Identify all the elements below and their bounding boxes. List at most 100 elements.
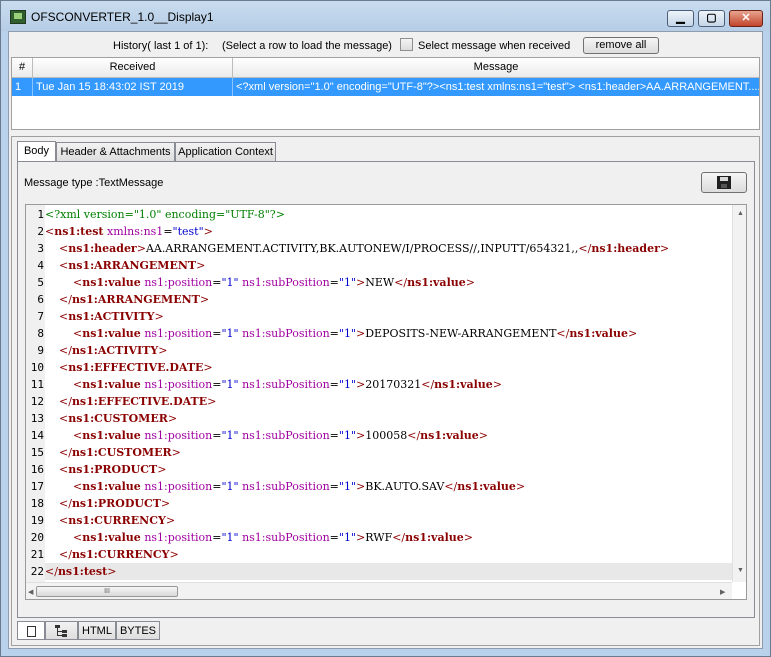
tag-bracket: < xyxy=(45,225,55,238)
attribute-name: ns1:position xyxy=(144,531,213,544)
code-line[interactable]: </ns1:ARRANGEMENT> xyxy=(45,291,733,308)
close-button[interactable]: ✕ xyxy=(729,10,763,27)
code-line[interactable]: <ns1:CURRENCY> xyxy=(45,512,733,529)
title-bar[interactable]: OFSCONVERTER_1.0__Display1 ▁ ▢ ✕ xyxy=(1,1,770,31)
tag-name: ns1:value xyxy=(82,327,141,340)
tag-bracket: > xyxy=(356,378,366,391)
maximize-icon: ▢ xyxy=(706,12,717,24)
code-line[interactable]: <ns1:test xmlns:ns1="test"> xyxy=(45,223,733,240)
tab-text-view[interactable] xyxy=(17,621,45,640)
tag-bracket: > xyxy=(356,327,366,340)
attribute-value: "1" xyxy=(338,480,357,493)
code-line[interactable]: <ns1:value ns1:position="1" ns1:subPosit… xyxy=(45,325,733,342)
code-line[interactable]: </ns1:CUSTOMER> xyxy=(45,444,733,461)
tag-name: ns1:CUSTOMER xyxy=(71,446,172,459)
column-header-received[interactable]: Received xyxy=(33,58,233,77)
tag-bracket: > xyxy=(199,293,210,306)
code-line[interactable]: <ns1:value ns1:position="1" ns1:subPosit… xyxy=(45,427,733,444)
attribute-name: ns1:subPosition xyxy=(242,327,330,340)
code-line[interactable]: </ns1:EFFECTIVE.DATE> xyxy=(45,393,733,410)
tag-name: ns1:EFFECTIVE.DATE xyxy=(68,361,204,374)
column-header-message[interactable]: Message xyxy=(233,58,759,77)
code-line[interactable]: <ns1:PRODUCT> xyxy=(45,461,733,478)
tag-bracket: </ xyxy=(444,480,458,493)
tag-bracket: > xyxy=(157,463,167,476)
code-line[interactable]: <ns1:value ns1:position="1" ns1:subPosit… xyxy=(45,376,733,393)
attribute-value: "1" xyxy=(221,327,239,340)
attribute-name: ns1:position xyxy=(144,378,213,391)
history-bar: History( last 1 of 1): (Select a row to … xyxy=(9,32,762,57)
app-window: OFSCONVERTER_1.0__Display1 ▁ ▢ ✕ History… xyxy=(0,0,771,657)
code-line[interactable]: </ns1:ACTIVITY> xyxy=(45,342,733,359)
minimize-button[interactable]: ▁ xyxy=(667,10,694,27)
attribute-name: ns1:position xyxy=(144,276,213,289)
select-when-received-checkbox[interactable] xyxy=(400,38,413,51)
attribute-value: "1" xyxy=(221,378,239,391)
code-area[interactable]: <?xml version="1.0" encoding="UTF-8"?> <n… xyxy=(45,205,733,582)
remove-all-button[interactable]: remove all xyxy=(583,37,659,54)
tag-bracket: > xyxy=(158,344,168,357)
line-number: 19 xyxy=(30,514,44,527)
line-number: 14 xyxy=(30,429,44,442)
line-number: 4 xyxy=(37,259,44,272)
code-line[interactable]: <ns1:header>AA.ARRANGEMENT.ACTIVITY,BK.A… xyxy=(45,240,733,257)
tab-html[interactable]: HTML xyxy=(78,621,116,640)
tab-header-attachments[interactable]: Header & Attachments xyxy=(56,142,175,161)
attribute-name: ns1:position xyxy=(144,480,213,493)
line-number: 11 xyxy=(30,378,44,391)
equals: = xyxy=(329,480,339,493)
tag-bracket: </ xyxy=(556,327,570,340)
tag-name: ns1:value xyxy=(420,429,479,442)
code-line[interactable]: <?xml version="1.0" encoding="UTF-8"?> xyxy=(45,206,733,223)
tab-application-context[interactable]: Application Context xyxy=(175,142,276,161)
table-row[interactable]: 1 Tue Jan 15 18:43:02 IST 2019 <?xml ver… xyxy=(12,78,759,96)
scroll-right-icon[interactable]: ▶ xyxy=(720,588,725,596)
code-line[interactable]: <ns1:value ns1:position="1" ns1:subPosit… xyxy=(45,529,733,546)
row-received[interactable]: Tue Jan 15 18:43:02 IST 2019 xyxy=(33,78,233,96)
tab-body[interactable]: Body xyxy=(17,141,56,162)
line-number: 20 xyxy=(30,531,44,544)
row-message[interactable]: <?xml version="1.0" encoding="UTF-8"?><n… xyxy=(233,78,759,96)
line-number: 8 xyxy=(37,327,44,340)
tag-bracket: </ xyxy=(59,395,72,408)
code-line[interactable]: <ns1:ARRANGEMENT> xyxy=(45,257,733,274)
scroll-down-icon[interactable]: ▼ xyxy=(737,567,744,574)
row-number[interactable]: 1 xyxy=(12,78,33,96)
tag-bracket: > xyxy=(136,242,146,255)
element-text: NEW xyxy=(365,276,395,289)
code-line[interactable]: <ns1:EFFECTIVE.DATE> xyxy=(45,359,733,376)
horizontal-scrollbar[interactable]: III ◀ ▶ xyxy=(26,582,732,599)
xml-editor[interactable]: 1 2 3 4 5 6 7 8 9 10 11 12 13 14 15 16 17 18 19 20 21 22 <?xm… xyxy=(25,204,747,600)
tab-tree-view[interactable] xyxy=(45,621,78,640)
scroll-left-icon[interactable]: ◀ xyxy=(28,588,33,596)
line-number: 22 xyxy=(30,565,44,578)
tag-bracket: </ xyxy=(392,531,406,544)
tag-bracket: > xyxy=(627,327,638,340)
code-line[interactable]: </ns1:test> xyxy=(45,563,733,580)
line-number: 13 xyxy=(30,412,44,425)
tag-name: ns1:value xyxy=(407,276,466,289)
tab-bytes[interactable]: BYTES xyxy=(116,621,160,640)
save-button[interactable] xyxy=(701,172,747,193)
history-label: History( last 1 of 1): xyxy=(113,40,209,52)
tag-name: ns1:value xyxy=(82,531,141,544)
code-line[interactable]: <ns1:value ns1:position="1" ns1:subPosit… xyxy=(45,478,733,495)
code-line[interactable]: <ns1:ACTIVITY> xyxy=(45,308,733,325)
line-number: 17 xyxy=(30,480,44,493)
scroll-up-icon[interactable]: ▲ xyxy=(737,210,744,217)
code-line[interactable]: <ns1:CUSTOMER> xyxy=(45,410,733,427)
tag-name: ns1:header xyxy=(591,242,660,255)
horizontal-scroll-thumb[interactable]: III xyxy=(36,586,178,597)
maximize-button[interactable]: ▢ xyxy=(698,10,725,27)
select-when-received-label[interactable]: Select message when received xyxy=(418,40,570,52)
tag-bracket: > xyxy=(165,514,176,527)
vertical-scrollbar[interactable]: ▲ ▼ xyxy=(732,205,746,582)
column-header-number[interactable]: # xyxy=(12,58,33,77)
code-line[interactable]: <ns1:value ns1:position="1" ns1:subPosit… xyxy=(45,274,733,291)
attribute-value: "1" xyxy=(221,480,239,493)
code-line[interactable]: </ns1:CURRENCY> xyxy=(45,546,733,563)
attribute-name: xmlns:ns1 xyxy=(106,225,164,238)
code-line[interactable]: </ns1:PRODUCT> xyxy=(45,495,733,512)
